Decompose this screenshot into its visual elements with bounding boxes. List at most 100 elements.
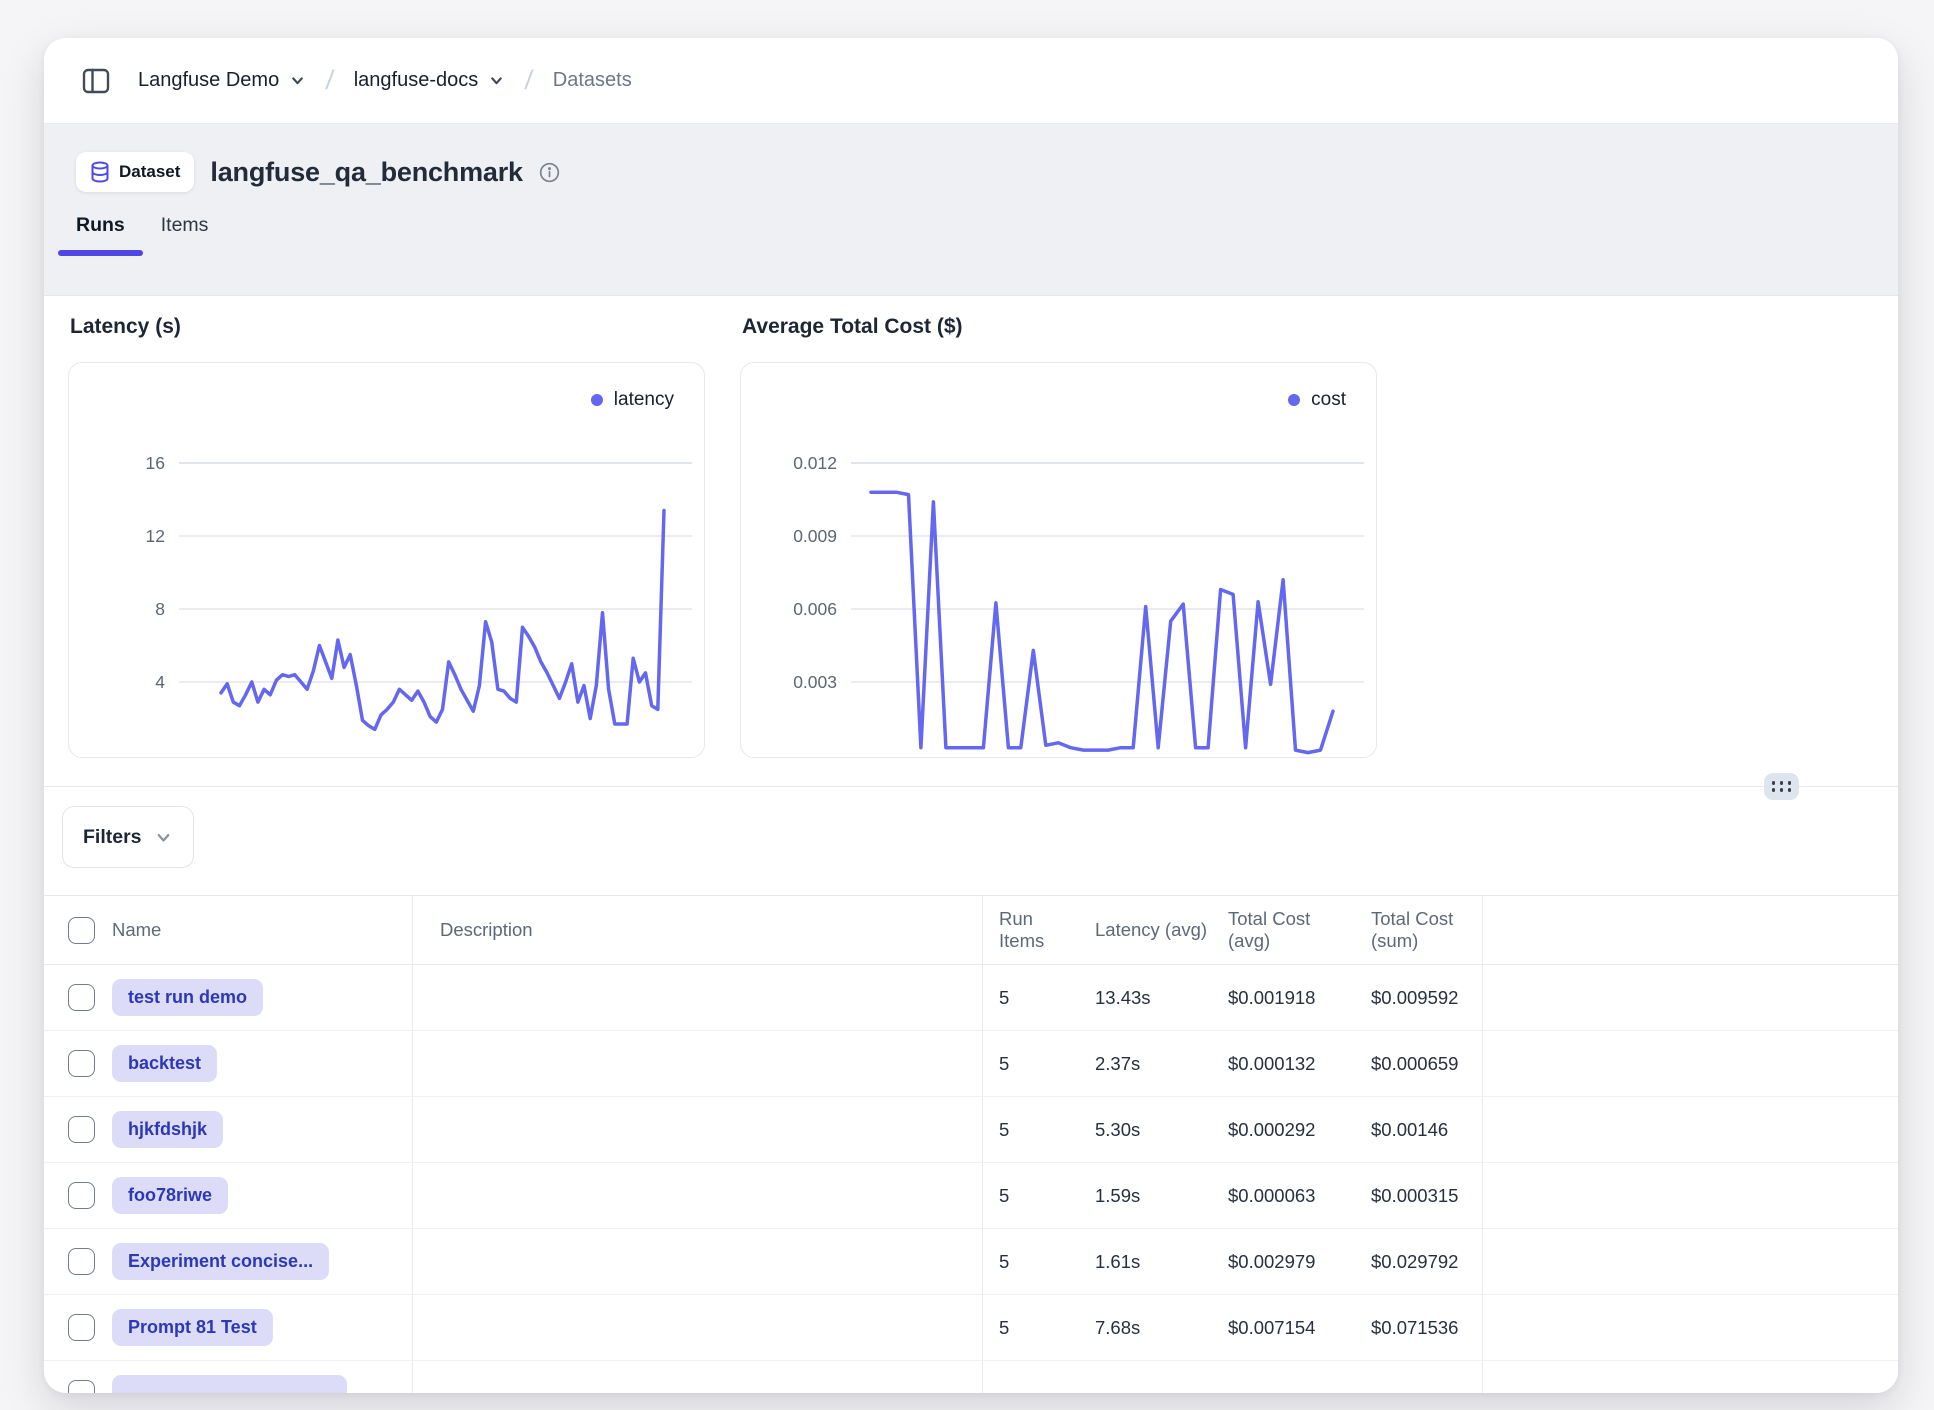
runs-table: Name Description Run Items Latency (avg)…	[44, 895, 1898, 1393]
run-items-count: 5	[983, 1097, 1079, 1162]
y-tick-label: 0.006	[793, 599, 837, 619]
run-name-pill[interactable]: Prompt 81 Test	[112, 1309, 273, 1347]
column-header-description[interactable]: Description	[413, 896, 983, 964]
database-icon	[90, 161, 110, 183]
tab-items[interactable]: Items	[143, 214, 227, 255]
latency-line	[221, 511, 664, 730]
breadcrumb-item-label: langfuse-docs	[354, 69, 479, 92]
latency-legend-label: latency	[614, 389, 674, 411]
run-total-cost-sum: $0.029792	[1355, 1229, 1482, 1294]
run-latency-avg: 1.59s	[1079, 1163, 1212, 1228]
run-name-pill[interactable]: backtest	[112, 1045, 217, 1083]
table-row: hjkfdshjk 5 5.30s $0.000292 $0.00146	[44, 1097, 1898, 1163]
row-checkbox[interactable]	[68, 984, 95, 1011]
column-header-latency-avg[interactable]: Latency (avg)	[1079, 896, 1212, 964]
run-name-pill[interactable]: hjkfdshjk	[112, 1111, 223, 1149]
table-row: Prompt 81 Test 5 7.68s $0.007154 $0.0715…	[44, 1295, 1898, 1361]
filters-button-label: Filters	[83, 826, 142, 849]
row-checkbox[interactable]	[68, 1248, 95, 1275]
run-items-count: 5	[983, 1163, 1079, 1228]
breadcrumb: Langfuse Demo / langfuse-docs / Datasets	[44, 38, 1898, 124]
filters-button[interactable]: Filters	[62, 806, 194, 868]
run-latency-avg: 2.37s	[1079, 1031, 1212, 1096]
chevron-down-icon	[289, 72, 306, 89]
run-name-pill[interactable]	[112, 1375, 347, 1393]
table-body: test run demo 5 13.43s $0.001918 $0.0095…	[44, 965, 1898, 1361]
info-button[interactable]	[539, 162, 560, 183]
run-total-cost-sum: $0.000315	[1355, 1163, 1482, 1228]
tab-bar: Runs Items	[58, 214, 1866, 255]
panel-left-icon	[80, 65, 112, 97]
column-header-total-cost-avg[interactable]: Total Cost (avg)	[1212, 896, 1355, 964]
run-description	[413, 1295, 983, 1360]
run-items-count: 5	[983, 1031, 1079, 1096]
run-description	[413, 1031, 983, 1096]
row-checkbox[interactable]	[68, 1314, 95, 1341]
breadcrumb-separator: /	[321, 65, 340, 96]
filters-row: Filters	[44, 787, 1898, 895]
latency-chart-block: Latency (s) 161284 latency	[68, 312, 705, 758]
y-tick-label: 16	[146, 453, 165, 473]
y-tick-label: 8	[155, 599, 165, 619]
run-total-cost-avg: $0.002979	[1212, 1229, 1355, 1294]
column-header-total-cost-sum[interactable]: Total Cost (sum)	[1355, 896, 1482, 964]
y-tick-label: 4	[155, 672, 165, 692]
breadcrumb-page[interactable]: Datasets	[553, 69, 632, 92]
column-header-run-items[interactable]: Run Items	[983, 896, 1079, 964]
run-latency-avg: 1.61s	[1079, 1229, 1212, 1294]
cost-chart: 0.012 0.009 0.006 0.003	[741, 363, 1376, 757]
table-header-row: Name Description Run Items Latency (avg)…	[44, 895, 1898, 965]
run-latency-avg: 7.68s	[1079, 1295, 1212, 1360]
sidebar-toggle-button[interactable]	[76, 61, 116, 101]
latency-chart: 16 12 8 4	[69, 363, 704, 757]
run-total-cost-avg: $0.001918	[1212, 965, 1355, 1030]
table-row: test run demo 5 13.43s $0.001918 $0.0095…	[44, 965, 1898, 1031]
cost-legend: cost	[1288, 389, 1346, 411]
run-items-count: 5	[983, 1295, 1079, 1360]
breadcrumb-separator: /	[520, 65, 539, 96]
cost-legend-label: cost	[1311, 389, 1346, 411]
latency-chart-card: 16 12 8 4 latency	[68, 362, 705, 758]
run-items-count: 5	[983, 965, 1079, 1030]
breadcrumb-project-label: Langfuse Demo	[138, 69, 279, 92]
run-name-pill[interactable]: Experiment concise...	[112, 1243, 329, 1281]
run-latency-avg: 13.43s	[1079, 965, 1212, 1030]
table-row: Experiment concise... 5 1.61s $0.002979 …	[44, 1229, 1898, 1295]
run-total-cost-avg: $0.000063	[1212, 1163, 1355, 1228]
run-name-pill[interactable]: test run demo	[112, 979, 263, 1017]
tab-runs[interactable]: Runs	[58, 214, 143, 255]
run-description	[413, 1097, 983, 1162]
run-description	[413, 1163, 983, 1228]
row-checkbox[interactable]	[68, 1116, 95, 1143]
row-checkbox[interactable]	[68, 1050, 95, 1077]
run-total-cost-sum: $0.00146	[1355, 1097, 1482, 1162]
run-total-cost-avg: $0.007154	[1212, 1295, 1355, 1360]
table-row-partial	[44, 1361, 1898, 1393]
table-row: foo78riwe 5 1.59s $0.000063 $0.000315	[44, 1163, 1898, 1229]
chevron-down-icon	[154, 828, 173, 847]
select-all-checkbox[interactable]	[68, 917, 95, 944]
app-window: Langfuse Demo / langfuse-docs / Datasets…	[44, 38, 1898, 1393]
row-checkbox[interactable]	[68, 1182, 95, 1209]
y-tick-label: 0.009	[793, 526, 837, 546]
run-total-cost-sum: $0.009592	[1355, 965, 1482, 1030]
row-checkbox[interactable]	[68, 1380, 95, 1393]
breadcrumb-item[interactable]: langfuse-docs	[354, 69, 506, 92]
drag-handle[interactable]	[1764, 773, 1799, 800]
cost-chart-block: Average Total Cost ($) 0.0120.0090.0060.…	[740, 312, 1377, 758]
y-tick-label: 0.003	[793, 672, 837, 692]
run-name-pill[interactable]: foo78riwe	[112, 1177, 228, 1215]
cost-line	[871, 492, 1333, 752]
column-header-name[interactable]: Name	[112, 896, 413, 964]
run-latency-avg: 5.30s	[1079, 1097, 1212, 1162]
cost-chart-title: Average Total Cost ($)	[742, 312, 1377, 342]
y-tick-label: 0.012	[793, 453, 837, 473]
table-row: backtest 5 2.37s $0.000132 $0.000659	[44, 1031, 1898, 1097]
breadcrumb-project[interactable]: Langfuse Demo	[138, 69, 306, 92]
cost-chart-card: 0.012 0.009 0.006 0.003 cost	[740, 362, 1377, 758]
dataset-badge-label: Dataset	[119, 162, 180, 182]
run-total-cost-sum: $0.071536	[1355, 1295, 1482, 1360]
run-description	[413, 965, 983, 1030]
run-total-cost-avg: $0.000132	[1212, 1031, 1355, 1096]
y-tick-label: 12	[146, 526, 165, 546]
